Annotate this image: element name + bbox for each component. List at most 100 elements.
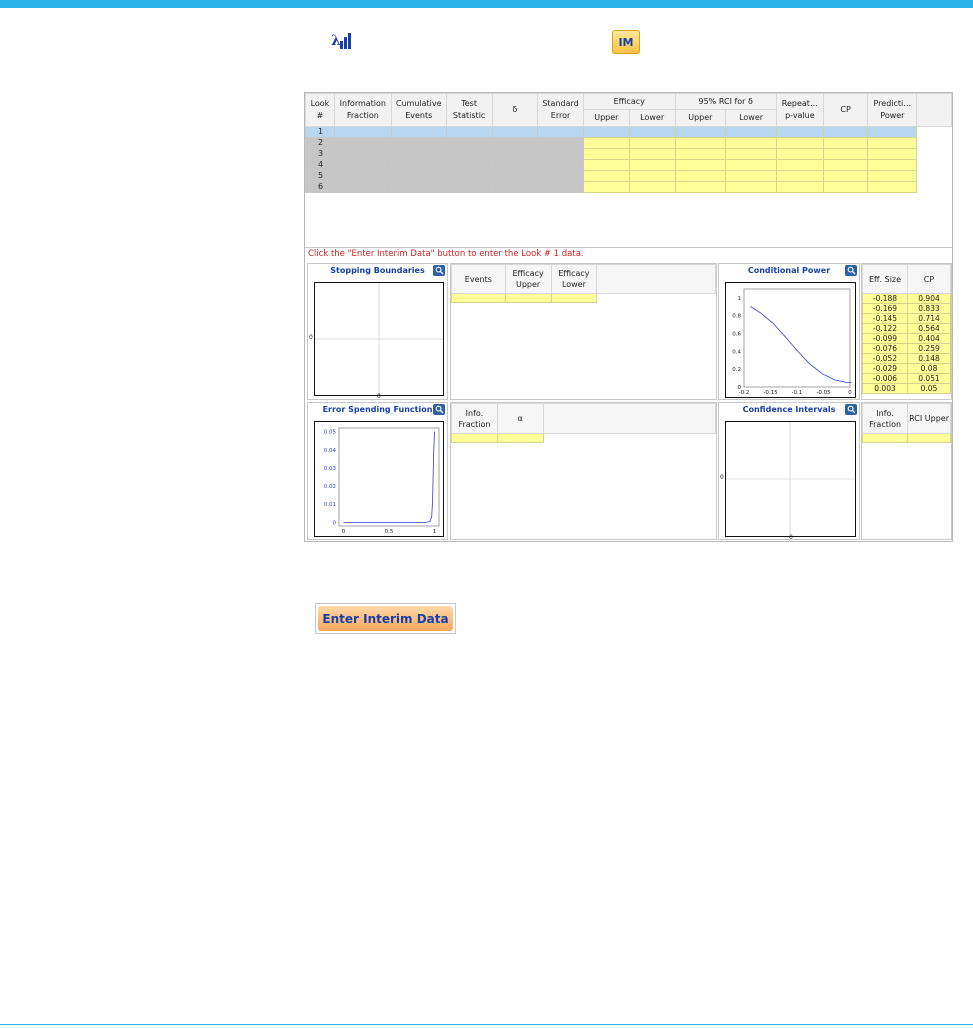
table-cell[interactable] xyxy=(674,181,727,193)
table-cell[interactable] xyxy=(822,181,869,193)
table-row[interactable]: -0.029 0.08 xyxy=(862,363,951,374)
table-cell[interactable] xyxy=(582,159,630,171)
eff-size-cell[interactable]: -0.122 xyxy=(862,323,909,334)
table-cell[interactable] xyxy=(390,148,447,160)
table-cell[interactable] xyxy=(491,148,539,160)
eff-size-cell[interactable]: -0.029 xyxy=(862,363,909,374)
table-cell[interactable] xyxy=(674,148,727,160)
cp-cell[interactable]: 0.833 xyxy=(907,303,951,314)
col-predictive-power[interactable]: Predicti… Power xyxy=(867,93,918,127)
table-cell[interactable] xyxy=(537,181,584,193)
table-cell[interactable] xyxy=(537,148,584,160)
conditional-power-plot[interactable]: 1 0.8 0.6 0.4 0.2 0 -0.2 -0.15 -0.1 -0.05 0 xyxy=(725,282,856,398)
col-test-statistic[interactable]: Test Statistic xyxy=(445,93,493,127)
table-cell[interactable] xyxy=(390,181,447,193)
zoom-icon[interactable] xyxy=(845,265,857,276)
table-cell[interactable] xyxy=(390,159,447,171)
table-cell[interactable] xyxy=(674,126,727,138)
table-row[interactable]: -0.169 0.833 xyxy=(862,303,951,314)
stopping-boundaries-plot[interactable] xyxy=(314,282,444,396)
table-cell[interactable] xyxy=(775,126,824,138)
table-cell[interactable] xyxy=(725,126,777,138)
zoom-icon[interactable] xyxy=(845,404,857,415)
col-info-fraction[interactable]: Information Fraction xyxy=(333,93,392,127)
table-cell[interactable] xyxy=(867,148,918,160)
table-row[interactable]: -0.122 0.564 xyxy=(862,323,951,334)
table-cell[interactable] xyxy=(725,148,777,160)
lambda-chart-icon[interactable]: λ xyxy=(328,28,354,54)
table-cell[interactable] xyxy=(725,181,777,193)
table-cell[interactable] xyxy=(390,126,447,138)
table-cell[interactable] xyxy=(628,170,676,182)
table-cell[interactable] xyxy=(674,159,727,171)
table-cell[interactable] xyxy=(674,170,727,182)
table-cell[interactable] xyxy=(537,137,584,149)
table-cell[interactable] xyxy=(867,170,918,182)
table-cell[interactable] xyxy=(862,433,909,443)
enter-interim-data-button[interactable]: Enter Interim Data xyxy=(315,603,456,634)
table-cell[interactable] xyxy=(775,170,824,182)
table-row[interactable]: -0.052 0.148 xyxy=(862,353,951,364)
table-cell[interactable] xyxy=(867,181,918,193)
table-cell[interactable] xyxy=(445,137,493,149)
table-row[interactable]: -0.188 0.904 xyxy=(862,293,951,304)
cp-cell[interactable]: 0.904 xyxy=(907,293,951,304)
col-cumulative-events[interactable]: Cumulative Events xyxy=(390,93,447,127)
error-spending-plot[interactable]: 0.05 0.04 0.03 0.02 0.01 0 0 0.5 1 xyxy=(314,421,444,537)
table-cell[interactable] xyxy=(725,137,777,149)
table-cell[interactable] xyxy=(775,181,824,193)
cp-cell[interactable]: 0.564 xyxy=(907,323,951,334)
col-standard-error[interactable]: Standard Error xyxy=(537,93,584,127)
table-cell[interactable] xyxy=(628,126,676,138)
col-repeat-p-value[interactable]: Repeat… p-value xyxy=(775,93,824,127)
table-cell[interactable] xyxy=(582,170,630,182)
table-cell[interactable] xyxy=(822,170,869,182)
col-efficacy-upper[interactable]: Upper xyxy=(582,109,630,127)
eff-size-cell[interactable]: -0.006 xyxy=(862,373,909,384)
table-row[interactable]: 2 xyxy=(305,137,952,149)
table-cell[interactable] xyxy=(582,148,630,160)
col-rci-lower[interactable]: Lower xyxy=(725,109,777,127)
confidence-intervals-plot[interactable] xyxy=(725,421,856,537)
cp-cell[interactable]: 0.08 xyxy=(907,363,951,374)
table-cell[interactable] xyxy=(491,126,539,138)
table-cell[interactable] xyxy=(822,159,869,171)
table-cell[interactable] xyxy=(822,148,869,160)
col-rci-upper[interactable]: RCI Upper xyxy=(907,403,951,434)
table-cell[interactable] xyxy=(628,148,676,160)
table-cell[interactable] xyxy=(491,137,539,149)
col-eff-size[interactable]: Eff. Size xyxy=(862,264,909,294)
col-rci[interactable]: 95% RCI for δ xyxy=(674,93,777,110)
table-cell[interactable] xyxy=(390,137,447,149)
zoom-icon[interactable] xyxy=(433,265,445,276)
table-row[interactable]: -0.099 0.404 xyxy=(862,333,951,344)
table-cell[interactable] xyxy=(451,293,506,303)
table-cell[interactable] xyxy=(390,170,447,182)
table-cell[interactable] xyxy=(445,170,493,182)
table-row[interactable]: 5 xyxy=(305,170,952,182)
eff-size-cell[interactable]: -0.052 xyxy=(862,353,909,364)
eff-size-cell[interactable]: -0.188 xyxy=(862,293,909,304)
col-cp[interactable]: CP xyxy=(907,264,951,294)
col-efficacy[interactable]: Efficacy xyxy=(582,93,676,110)
table-cell[interactable] xyxy=(333,159,392,171)
interim-monitoring-button[interactable]: IM xyxy=(612,30,640,54)
table-cell[interactable] xyxy=(491,170,539,182)
table-row[interactable]: 4 xyxy=(305,159,952,171)
table-row[interactable]: 1 xyxy=(305,126,952,138)
table-cell[interactable] xyxy=(333,148,392,160)
table-row[interactable]: 0.003 0.05 xyxy=(862,383,951,394)
cp-cell[interactable]: 0.404 xyxy=(907,333,951,344)
cp-cell[interactable]: 0.714 xyxy=(907,313,951,324)
table-cell[interactable] xyxy=(628,137,676,149)
table-cell[interactable] xyxy=(333,126,392,138)
cp-cell[interactable]: 0.051 xyxy=(907,373,951,384)
table-cell[interactable] xyxy=(822,126,869,138)
cp-cell[interactable]: 0.05 xyxy=(907,383,951,394)
table-cell[interactable] xyxy=(445,126,493,138)
table-cell[interactable] xyxy=(822,137,869,149)
col-efficacy-lower[interactable]: Lower xyxy=(628,109,676,127)
table-cell[interactable] xyxy=(582,181,630,193)
col-efficacy-upper[interactable]: Efficacy Upper xyxy=(504,264,552,294)
table-cell[interactable] xyxy=(537,170,584,182)
